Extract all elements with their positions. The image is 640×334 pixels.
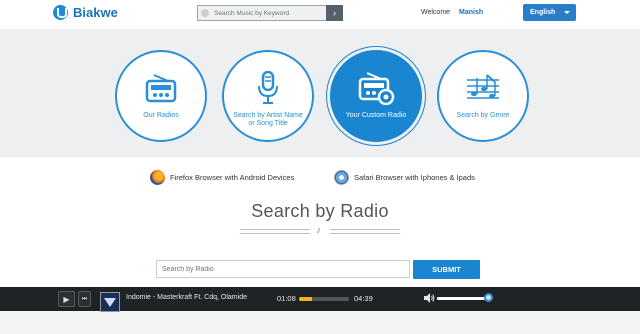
submit-button[interactable]: SUBMIT xyxy=(413,260,480,279)
album-art xyxy=(100,292,120,312)
welcome-label: Welcome xyxy=(421,9,451,16)
divider-line-right xyxy=(330,229,400,234)
search-artist-button[interactable]: Search by Artist Name or Song Title xyxy=(222,50,314,142)
header: Biakwe › Welcome Manish English xyxy=(0,0,640,29)
volume-fill xyxy=(437,297,486,300)
radio-settings-icon xyxy=(357,70,395,106)
search-icon xyxy=(198,6,212,20)
our-radios-button[interactable]: Our Radios xyxy=(115,50,207,142)
music-search-input[interactable] xyxy=(212,6,342,20)
next-button[interactable]: ⏭ xyxy=(78,291,91,307)
logo-icon xyxy=(53,5,68,20)
safari-icon xyxy=(334,170,349,185)
radio-icon xyxy=(144,70,178,106)
firefox-info: Firefox Browser with Android Devices xyxy=(150,170,294,185)
safari-label: Safari Browser with Iphones & Ipads xyxy=(354,173,475,182)
safari-info: Safari Browser with Iphones & Ipads xyxy=(334,170,475,185)
search-genre-label: Search by Genre xyxy=(456,112,510,119)
user-name[interactable]: Manish xyxy=(459,9,483,16)
duration: 04:39 xyxy=(354,294,373,303)
firefox-label: Firefox Browser with Android Devices xyxy=(170,173,295,182)
search-genre-button[interactable]: Search by Genre xyxy=(437,50,529,142)
custom-radio-label: Your Custom Radio xyxy=(345,112,407,119)
logo[interactable]: Biakwe xyxy=(53,5,118,20)
music-search: › xyxy=(197,5,343,21)
title-divider: ♪ xyxy=(240,225,400,239)
custom-radio-button[interactable]: Your Custom Radio xyxy=(330,50,422,142)
divider-line-left xyxy=(240,229,310,234)
section-title: Search by Radio xyxy=(251,201,389,221)
play-button[interactable]: ▶ xyxy=(58,291,75,307)
music-note-icon: ♪ xyxy=(316,225,321,236)
caret-down-icon xyxy=(564,11,570,14)
progress-fill xyxy=(299,297,312,301)
language-label: English xyxy=(530,9,556,16)
volume-slider[interactable] xyxy=(437,297,489,300)
our-radios-label: Our Radios xyxy=(143,112,179,119)
supported-browsers: Firefox Browser with Android Devices Saf… xyxy=(0,170,640,188)
current-time: 01:08 xyxy=(277,294,296,303)
logo-text: Biakwe xyxy=(73,5,118,20)
firefox-icon xyxy=(150,170,165,185)
player-footer xyxy=(0,311,640,334)
track-title: Indomie - Masterkraft Ft. Cdq, Olamide xyxy=(126,294,247,301)
search-go-button[interactable]: › xyxy=(326,5,343,21)
volume-handle[interactable] xyxy=(484,293,493,302)
music-staff-icon xyxy=(465,70,501,106)
microphone-icon xyxy=(256,70,280,106)
volume-icon[interactable] xyxy=(423,292,435,304)
radio-search-input[interactable] xyxy=(156,260,410,278)
language-dropdown[interactable]: English xyxy=(523,4,576,21)
search-artist-label: Search by Artist Name or Song Title xyxy=(233,112,303,127)
hero-band: Our Radios Search by Artist Name or Song… xyxy=(0,29,640,157)
progress-bar[interactable] xyxy=(299,297,349,301)
